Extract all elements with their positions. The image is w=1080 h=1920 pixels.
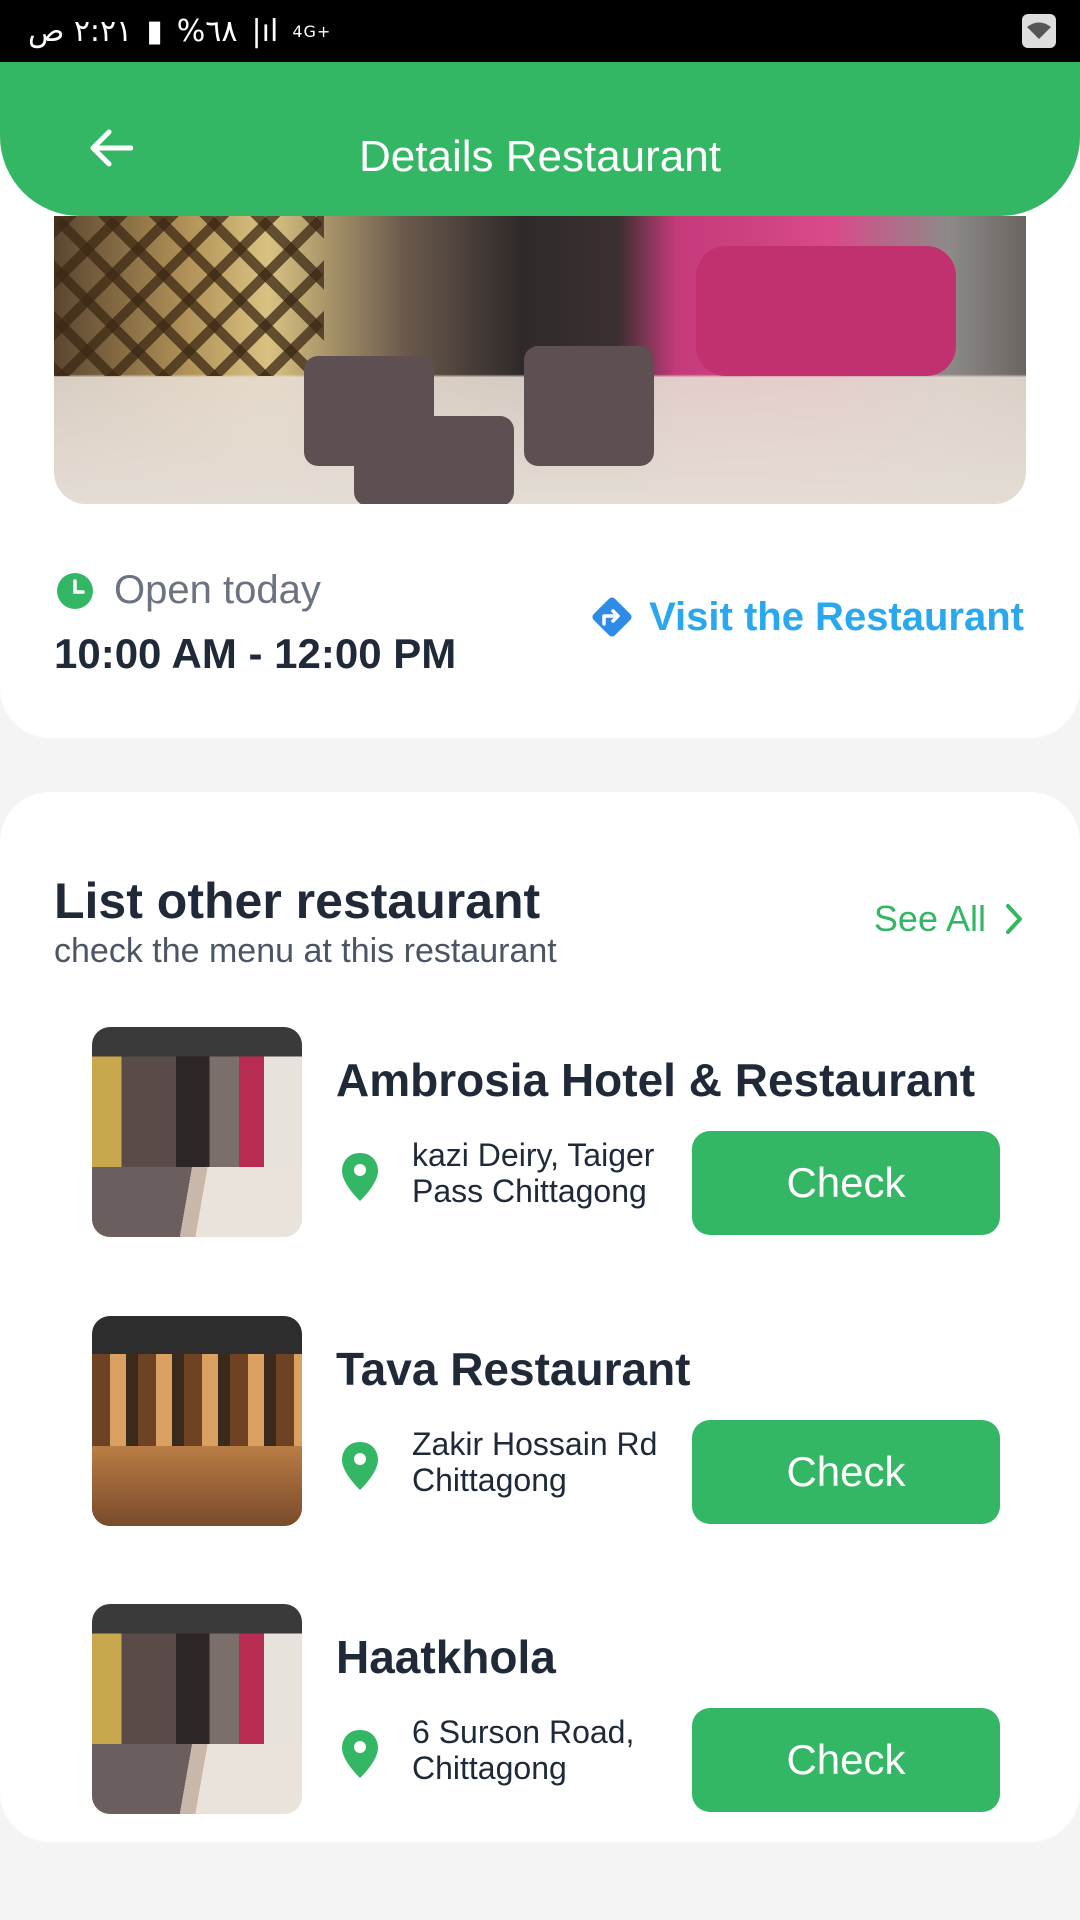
section-subtitle: check the menu at this restaurant [54, 932, 557, 970]
restaurant-hero-image [54, 216, 1026, 504]
section-title: List other restaurant [54, 873, 541, 929]
check-button[interactable]: Check [692, 1131, 1000, 1235]
list-item[interactable]: Ambrosia Hotel & Restaurant kazi Deiry, … [92, 1027, 1042, 1239]
see-all-link[interactable]: See All [874, 898, 1024, 940]
other-restaurants-card: List other restaurant check the menu at … [0, 792, 1080, 1842]
signal-icon: |ıl [251, 13, 279, 49]
chevron-right-icon [1006, 904, 1022, 934]
hero-pink-sofa-decor [696, 246, 956, 376]
restaurant-name: Haatkhola [336, 1631, 556, 1683]
page-title: Details Restaurant [359, 132, 721, 181]
directions-icon [592, 597, 632, 637]
restaurant-thumbnail [92, 1604, 302, 1814]
hero-lattice-decor [54, 216, 324, 376]
location-pin-icon [342, 1730, 378, 1778]
restaurant-details-card: Open today 10:00 AM - 12:00 PM Visit the… [0, 150, 1080, 738]
restaurant-address: 6 Surson Road, Chittagong [412, 1714, 635, 1786]
check-button[interactable]: Check [692, 1420, 1000, 1524]
restaurant-thumbnail [92, 1316, 302, 1526]
battery-icon: ▮ [146, 13, 163, 49]
check-button[interactable]: Check [692, 1708, 1000, 1812]
restaurant-address: kazi Deiry, Taiger Pass Chittagong [412, 1137, 655, 1209]
visit-restaurant-link[interactable]: Visit the Restaurant [589, 594, 1024, 640]
status-time: ٢:٢١ ص [28, 13, 133, 49]
visit-restaurant-label: Visit the Restaurant [649, 594, 1024, 639]
restaurant-thumbnail [92, 1027, 302, 1237]
hero-sofa-decor [524, 346, 654, 466]
see-all-label: See All [873, 898, 986, 939]
app-header: Details Restaurant [0, 62, 1080, 216]
open-status: Open today [56, 568, 321, 613]
status-battery: %٦٨ [176, 13, 238, 49]
open-today-label: Open today [114, 568, 321, 612]
list-item[interactable]: Tava Restaurant Zakir Hossain Rd Chittag… [92, 1316, 1042, 1528]
status-left: ٢:٢١ ص ▮ %٦٨ |ıl 4G+ [28, 10, 331, 52]
list-item[interactable]: Haatkhola 6 Surson Road, Chittagong Chec… [92, 1604, 1042, 1816]
restaurant-address: Zakir Hossain Rd Chittagong [412, 1426, 658, 1498]
status-bar: ٢:٢١ ص ▮ %٦٨ |ıl 4G+ [0, 0, 1080, 62]
restaurant-name: Tava Restaurant [336, 1343, 691, 1395]
wifi-icon [1022, 14, 1056, 48]
opening-hours: 10:00 AM - 12:00 PM [54, 630, 457, 677]
location-pin-icon [342, 1153, 378, 1201]
hero-sofa-decor [354, 416, 514, 504]
clock-icon [57, 572, 93, 609]
restaurant-name: Ambrosia Hotel & Restaurant [336, 1054, 976, 1106]
location-pin-icon [342, 1442, 378, 1490]
status-network: 4G+ [292, 21, 332, 41]
